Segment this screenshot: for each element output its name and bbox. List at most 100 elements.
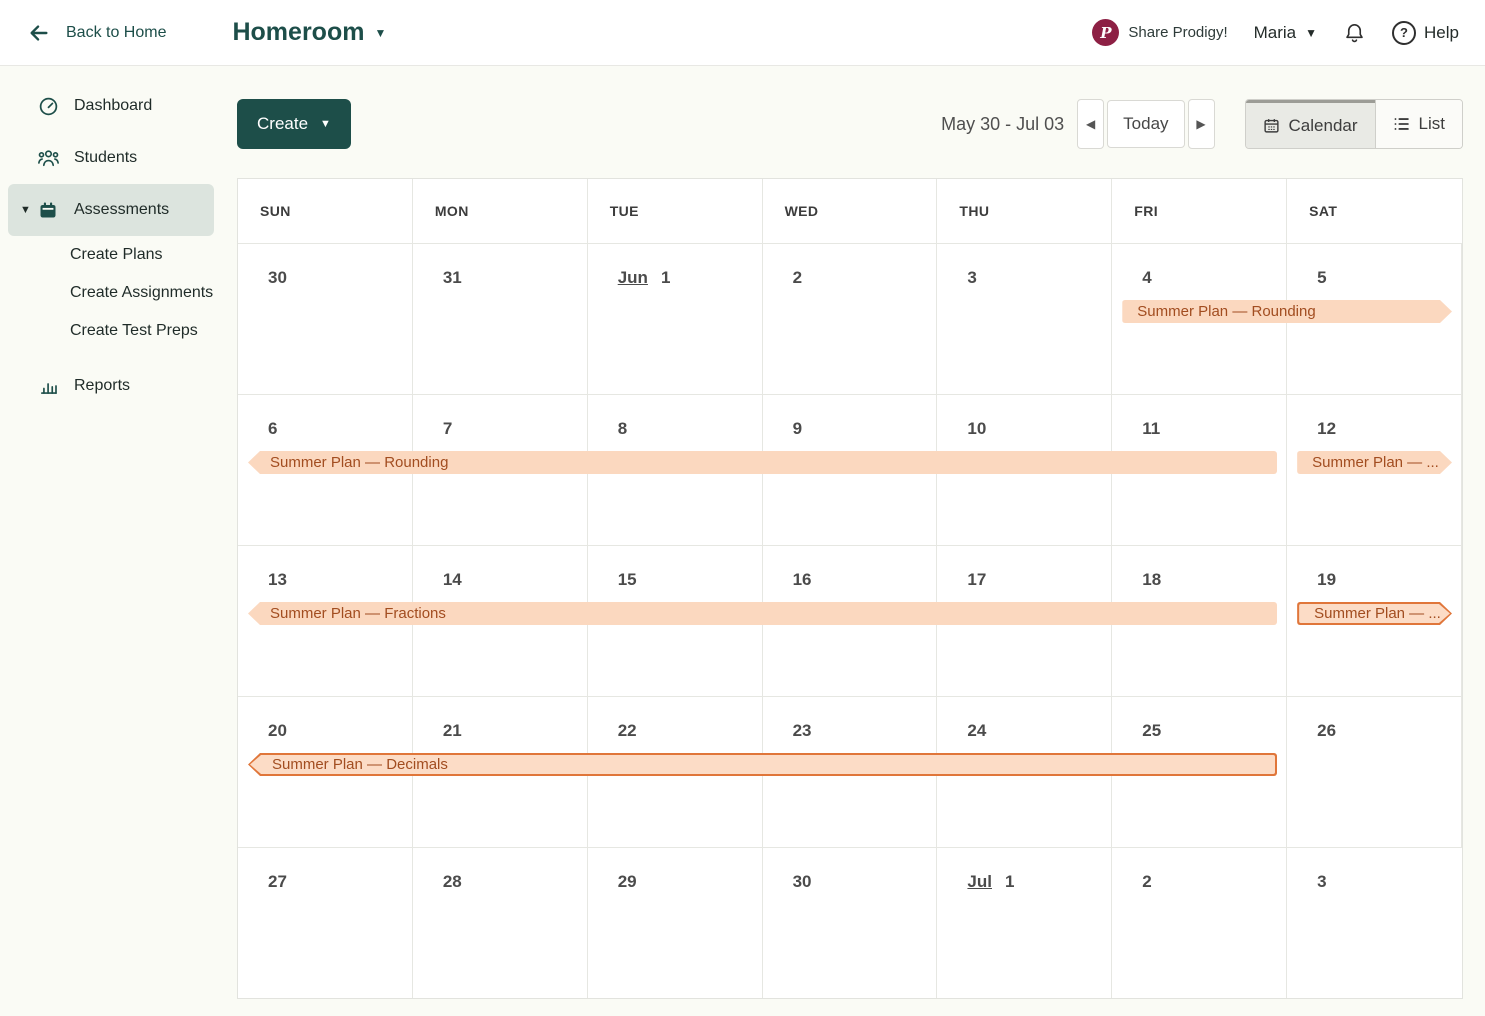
day-number: 20 (268, 721, 287, 741)
day-cell: 28 (413, 848, 588, 998)
weekday-header: WED (763, 179, 938, 243)
day-header: 18 (1112, 546, 1286, 590)
list-view-button[interactable]: List (1375, 100, 1462, 148)
notifications-button[interactable] (1343, 20, 1366, 45)
create-button[interactable]: Create ▼ (237, 99, 351, 149)
day-cell: 29 (588, 848, 763, 998)
sidebar-item-create-test-preps[interactable]: Create Test Preps (0, 312, 222, 350)
chevron-right-icon: ▶ (1196, 117, 1205, 131)
help-button[interactable]: ? Help (1392, 21, 1459, 45)
calendar-weekday-header: SUNMONTUEWEDTHUFRISAT (238, 179, 1462, 243)
previous-period-button[interactable]: ◀ (1077, 99, 1104, 149)
day-header: 22 (588, 697, 762, 741)
calendar-week-row: 20212223242526Summer Plan — Decimals (238, 696, 1462, 847)
share-prodigy-label: Share Prodigy! (1128, 24, 1227, 41)
day-header: 11 (1112, 395, 1286, 439)
day-header: 23 (763, 697, 937, 741)
calendar-view-label: Calendar (1289, 116, 1358, 136)
day-number: 2 (793, 268, 802, 288)
day-header: 12 (1287, 395, 1461, 439)
prodigy-logo-icon: P (1092, 19, 1119, 46)
weekday-header: MON (413, 179, 588, 243)
day-header: 30 (238, 244, 412, 288)
day-header: 29 (588, 848, 762, 892)
day-cell: 3 (1287, 848, 1462, 998)
day-number: 11 (1142, 419, 1160, 439)
weekday-header: THU (937, 179, 1112, 243)
day-cell: 27 (238, 848, 413, 998)
day-number: 14 (443, 570, 462, 590)
day-number: 21 (443, 721, 462, 741)
date-range-label: May 30 - Jul 03 (941, 114, 1064, 135)
event-bar[interactable]: Summer Plan — Rounding (248, 451, 1277, 474)
main-content: Create ▼ May 30 - Jul 03 ◀ Today ▶ (222, 66, 1485, 1016)
day-header: 31 (413, 244, 587, 288)
day-number: 25 (1142, 721, 1161, 741)
chevron-down-icon: ▼ (20, 204, 31, 216)
day-cell: Jun1 (588, 244, 763, 394)
day-number: 22 (618, 721, 637, 741)
sidebar-item-label: Create Plans (70, 246, 163, 264)
event-label: Summer Plan — Rounding (1122, 300, 1452, 323)
day-number: 1 (1005, 872, 1014, 892)
user-menu[interactable]: Maria ▼ (1254, 23, 1317, 43)
today-button[interactable]: Today (1107, 100, 1184, 148)
day-header: 27 (238, 848, 412, 892)
chevron-down-icon: ▼ (320, 119, 331, 130)
day-header: 16 (763, 546, 937, 590)
calendar: SUNMONTUEWEDTHUFRISAT 3031Jun12345Summer… (237, 178, 1463, 999)
day-header: 26 (1287, 697, 1461, 741)
day-header: 13 (238, 546, 412, 590)
event-bar[interactable]: Summer Plan — ... (1297, 602, 1452, 625)
event-label: Summer Plan — Decimals (250, 755, 1275, 774)
list-view-label: List (1419, 114, 1445, 134)
sidebar-item-students[interactable]: Students (8, 132, 214, 184)
question-mark-icon: ? (1392, 21, 1416, 45)
reports-icon (36, 376, 60, 396)
day-header: Jul 1 (937, 848, 1111, 892)
weekday-header: SAT (1287, 179, 1462, 243)
day-header: 6 (238, 395, 412, 439)
help-label: Help (1424, 23, 1459, 43)
event-bar[interactable]: Summer Plan — ... (1297, 451, 1452, 474)
day-number: 5 (1317, 268, 1326, 288)
event-bar-inner: Summer Plan — ... (1299, 604, 1450, 623)
event-label: Summer Plan — ... (1299, 604, 1450, 623)
back-to-home-button[interactable]: Back to Home (26, 22, 166, 44)
sidebar-item-create-plans[interactable]: Create Plans (0, 236, 222, 274)
day-header: 3 (1287, 848, 1462, 892)
next-period-button[interactable]: ▶ (1188, 99, 1215, 149)
chevron-left-icon: ◀ (1086, 117, 1095, 131)
event-label: Summer Plan — ... (1297, 451, 1452, 474)
day-number: 3 (1317, 872, 1326, 892)
day-header: 14 (413, 546, 587, 590)
day-number: 10 (967, 419, 986, 439)
bell-icon (1343, 20, 1366, 45)
event-bar[interactable]: Summer Plan — Decimals (248, 753, 1277, 776)
calendar-week-row: 13141516171819Summer Plan — FractionsSum… (238, 545, 1462, 696)
day-header: 15 (588, 546, 762, 590)
sidebar-item-create-assignments[interactable]: Create Assignments (0, 274, 222, 312)
gauge-icon (36, 96, 60, 117)
month-link[interactable]: Jun (618, 268, 648, 288)
class-selector[interactable]: Homeroom ▼ (232, 18, 386, 47)
event-bar-inner: Summer Plan — Decimals (250, 755, 1275, 774)
sidebar-item-assessments[interactable]: ▼Assessments (8, 184, 214, 236)
calendar-week-row: 27282930Jul123 (238, 847, 1462, 998)
calendar-view-button[interactable]: Calendar (1246, 100, 1375, 148)
day-number: 30 (268, 268, 287, 288)
event-bar[interactable]: Summer Plan — Fractions (248, 602, 1277, 625)
day-header: 20 (238, 697, 412, 741)
day-cell: Jul 1 (937, 848, 1112, 998)
day-header: 30 (763, 848, 937, 892)
sidebar-item-dashboard[interactable]: Dashboard (8, 80, 214, 132)
month-link[interactable]: Jul (967, 872, 992, 892)
sidebar-item-label: Create Test Preps (70, 322, 198, 340)
sidebar-item-reports[interactable]: Reports (8, 360, 214, 412)
weekday-header: SUN (238, 179, 413, 243)
day-header: 9 (763, 395, 937, 439)
share-prodigy-button[interactable]: P Share Prodigy! (1092, 19, 1227, 46)
day-number: 30 (793, 872, 812, 892)
calendar-week-row: 3031Jun12345Summer Plan — Rounding (238, 243, 1462, 394)
event-bar[interactable]: Summer Plan — Rounding (1122, 300, 1452, 323)
